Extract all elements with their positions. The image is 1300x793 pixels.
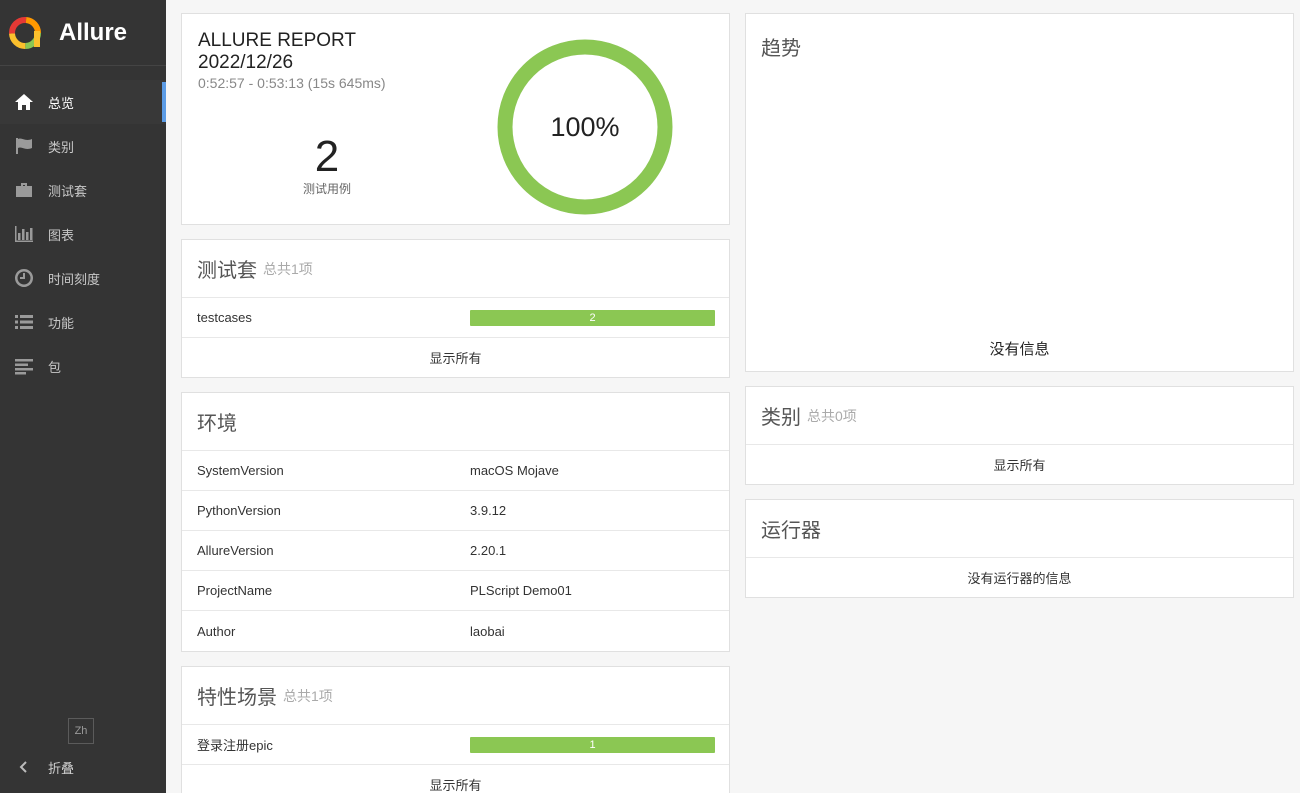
sidebar-item-packages[interactable]: 包 bbox=[0, 344, 166, 388]
env-value: 3.9.12 bbox=[470, 503, 507, 518]
pass-rate-label: 100% bbox=[550, 111, 620, 142]
table-row: PythonVersion 3.9.12 bbox=[182, 491, 729, 531]
trend-card: 趋势 没有信息 bbox=[745, 13, 1294, 372]
environment-card-title: 环境 bbox=[182, 393, 729, 451]
sidebar-item-suites[interactable]: 测试套 bbox=[0, 168, 166, 212]
table-row[interactable]: testcases 2 bbox=[182, 298, 729, 338]
sidebar-nav: 总览 类别 测试套 图表 时间刻度 功能 包 bbox=[0, 80, 166, 388]
sidebar-item-label: 图表 bbox=[48, 227, 75, 243]
sidebar-item-label: 时间刻度 bbox=[48, 271, 101, 287]
chevron-left-icon bbox=[19, 761, 27, 773]
suites-card-title: 测试套 总共1项 bbox=[182, 240, 729, 298]
table-row: Author laobai bbox=[182, 611, 729, 651]
sidebar-item-label: 包 bbox=[48, 359, 62, 375]
features-subtitle: 总共1项 bbox=[283, 687, 333, 704]
sidebar-item-behaviors[interactable]: 功能 bbox=[0, 300, 166, 344]
testcase-count-label: 测试用例 bbox=[302, 182, 351, 196]
report-title-line1: ALLURE REPORT bbox=[198, 30, 357, 51]
sidebar-item-label: 功能 bbox=[48, 315, 75, 331]
trend-empty-message: 没有信息 bbox=[989, 341, 1050, 358]
categories-show-all-link[interactable]: 显示所有 bbox=[746, 445, 1293, 484]
report-date: 2022/12/26 bbox=[198, 52, 294, 73]
testcase-count: 2 bbox=[314, 132, 340, 181]
environment-title: 环境 bbox=[197, 413, 237, 435]
env-key: Author bbox=[197, 623, 236, 639]
executors-title: 运行器 bbox=[761, 520, 821, 542]
briefcase-icon bbox=[14, 180, 34, 200]
env-key: SystemVersion bbox=[197, 463, 284, 478]
feature-name: 登录注册epic bbox=[197, 738, 273, 753]
env-key: ProjectName bbox=[197, 583, 273, 598]
table-row: AllureVersion 2.20.1 bbox=[182, 531, 729, 571]
env-value: 2.20.1 bbox=[470, 543, 507, 558]
env-value: laobai bbox=[470, 623, 505, 639]
trend-title: 趋势 bbox=[761, 38, 801, 60]
env-value: PLScript Demo01 bbox=[470, 583, 572, 598]
env-value: macOS Mojave bbox=[470, 463, 559, 478]
report-time-range: 0:52:57 - 0:53:13 (15s 645ms) bbox=[198, 75, 386, 91]
categories-subtitle: 总共0项 bbox=[807, 407, 857, 424]
categories-title: 类别 bbox=[761, 407, 801, 429]
sidebar-item-label: 总览 bbox=[48, 95, 75, 111]
table-row: ProjectName PLScript Demo01 bbox=[182, 571, 729, 611]
features-card: 特性场景 总共1项 登录注册epic 1 显示所有 bbox=[181, 666, 730, 793]
collapse-sidebar-button[interactable]: 折叠 bbox=[14, 754, 74, 780]
sidebar-item-graphs[interactable]: 图表 bbox=[0, 212, 166, 256]
sidebar-item-label: 类别 bbox=[48, 139, 75, 155]
categories-card: 类别 总共0项 显示所有 bbox=[745, 386, 1294, 485]
features-show-all-link[interactable]: 显示所有 bbox=[182, 765, 729, 793]
env-key: PythonVersion bbox=[197, 503, 281, 518]
home-icon bbox=[14, 92, 34, 112]
sidebar: Allure 总览 类别 测试套 图表 时间刻度 功能 包 Zh 折叠 bbox=[0, 0, 166, 793]
align-left-icon bbox=[14, 356, 34, 376]
clock-icon bbox=[14, 268, 34, 288]
suites-card: 测试套 总共1项 testcases 2 显示所有 bbox=[181, 239, 730, 378]
suites-subtitle: 总共1项 bbox=[263, 260, 313, 277]
sidebar-item-label: 测试套 bbox=[48, 183, 88, 199]
main-content: ALLURE REPORT 2022/12/26 0:52:57 - 0:53:… bbox=[166, 0, 1300, 793]
table-row: SystemVersion macOS Mojave bbox=[182, 451, 729, 491]
summary-card: ALLURE REPORT 2022/12/26 0:52:57 - 0:53:… bbox=[181, 13, 730, 225]
brand[interactable]: Allure bbox=[0, 0, 166, 66]
table-row[interactable]: 登录注册epic 1 bbox=[182, 725, 729, 765]
sidebar-item-timeline[interactable]: 时间刻度 bbox=[0, 256, 166, 300]
collapse-label: 折叠 bbox=[48, 760, 75, 776]
report-title: ALLURE REPORT 2022/12/26 bbox=[198, 30, 356, 74]
env-key: AllureVersion bbox=[197, 543, 274, 558]
left-column: ALLURE REPORT 2022/12/26 0:52:57 - 0:53:… bbox=[181, 13, 730, 793]
sidebar-item-categories[interactable]: 类别 bbox=[0, 124, 166, 168]
suites-show-all-link[interactable]: 显示所有 bbox=[182, 338, 729, 377]
environment-card: 环境 SystemVersion macOS Mojave PythonVers… bbox=[181, 392, 730, 652]
executors-empty-message: 没有运行器的信息 bbox=[967, 571, 1072, 586]
sidebar-item-overview[interactable]: 总览 bbox=[0, 80, 166, 124]
bar-chart-icon bbox=[14, 224, 34, 244]
language-switcher[interactable]: Zh bbox=[68, 718, 94, 744]
suites-title: 测试套 bbox=[197, 260, 257, 282]
list-icon bbox=[14, 312, 34, 332]
suite-status-bar[interactable]: 2 bbox=[470, 309, 715, 326]
suite-name: testcases bbox=[197, 310, 252, 325]
features-title: 特性场景 bbox=[197, 687, 277, 709]
brand-name: Allure bbox=[59, 18, 128, 46]
allure-logo-icon bbox=[9, 16, 41, 49]
right-column: 趋势 没有信息 类别 总共0项 显示所有 运行器 没有运行器的信息 bbox=[745, 13, 1294, 612]
features-card-title: 特性场景 总共1项 bbox=[182, 667, 729, 725]
executors-card: 运行器 没有运行器的信息 bbox=[745, 499, 1294, 598]
executors-card-title: 运行器 bbox=[746, 500, 1293, 558]
flag-icon bbox=[14, 136, 34, 156]
feature-status-bar[interactable]: 1 bbox=[470, 736, 715, 753]
categories-card-title: 类别 总共0项 bbox=[746, 387, 1293, 445]
